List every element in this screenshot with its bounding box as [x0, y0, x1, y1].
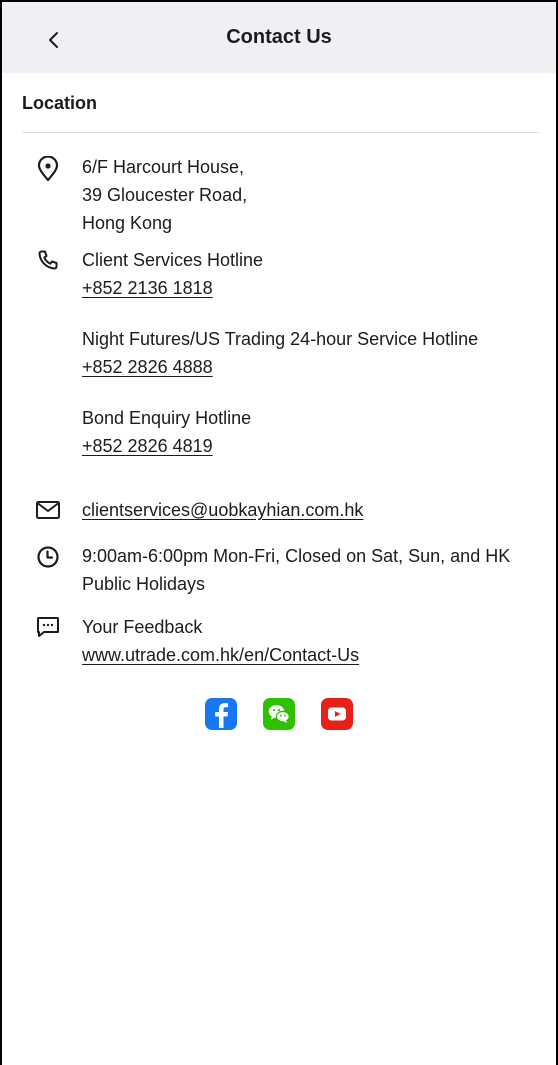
section-title: Location — [22, 93, 97, 113]
night-hotline-number[interactable]: +852 2826 4888 — [82, 353, 213, 381]
section-divider — [22, 132, 540, 133]
mail-icon — [35, 499, 61, 525]
bond-hotline-label: Bond Enquiry Hotline — [82, 408, 252, 428]
feedback-text: Your Feedback www.utrade.com.hk/en/Conta… — [82, 613, 540, 669]
email-text: clientservices@uobkayhian.com.hk — [82, 496, 540, 524]
night-hotline-label: Night Futures/US Trading 24-hour Service… — [82, 329, 479, 349]
clock-icon — [35, 545, 61, 571]
page-title: Contact Us — [226, 26, 332, 48]
client-hotline-number[interactable]: +852 2136 1818 — [82, 274, 213, 302]
address-line-3: Hong Kong — [82, 213, 173, 233]
feedback-link[interactable]: www.utrade.com.hk/en/Contact-Us — [82, 641, 359, 669]
client-hotline-label: Client Services Hotline — [82, 250, 264, 270]
bond-hotline-number[interactable]: +852 2826 4819 — [82, 432, 213, 460]
phone-text: Client Services Hotline +852 2136 1818 N… — [82, 246, 540, 460]
address-line-1: 6/F Harcourt House, — [82, 157, 245, 177]
chat-bubble-icon — [35, 615, 61, 641]
social-links — [2, 698, 556, 730]
youtube-icon[interactable] — [321, 698, 353, 730]
wechat-icon[interactable] — [263, 698, 295, 730]
address-line-2: 39 Gloucester Road, — [82, 185, 248, 205]
phone-icon — [35, 248, 61, 274]
feedback-label: Your Feedback — [82, 617, 203, 637]
address-text: 6/F Harcourt House, 39 Gloucester Road, … — [82, 153, 540, 237]
facebook-icon[interactable] — [205, 698, 237, 730]
header-bar: Contact Us — [2, 2, 556, 73]
app-screen: Contact Us Location 6/F Harcourt House, … — [0, 0, 558, 1065]
hours-text: 9:00am-6:00pm Mon-Fri, Closed on Sat, Su… — [82, 546, 511, 594]
location-pin-icon — [35, 156, 61, 182]
email-link[interactable]: clientservices@uobkayhian.com.hk — [82, 496, 363, 524]
